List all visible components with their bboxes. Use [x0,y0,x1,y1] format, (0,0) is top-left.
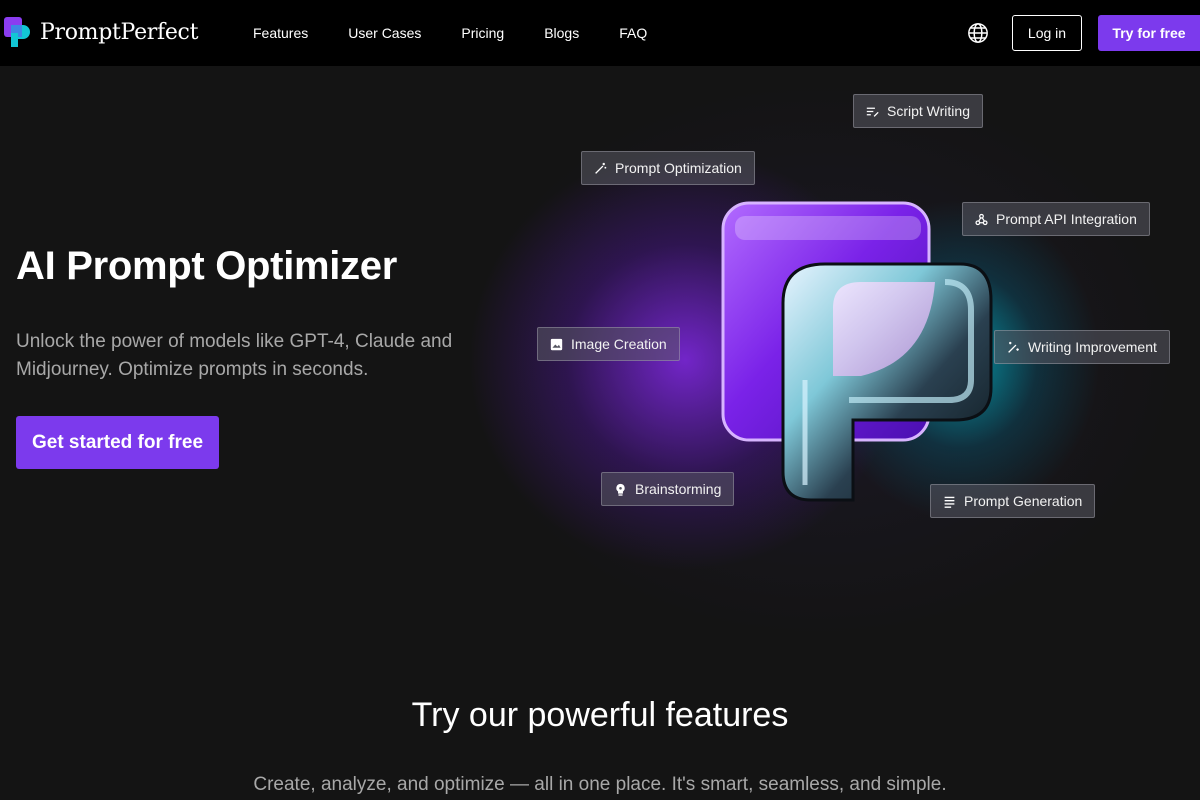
top-navigation-bar: PromptPerfect Features User Cases Pricin… [0,0,1200,66]
features-title: Try our powerful features [411,696,789,734]
chip-label: Prompt Optimization [615,160,742,176]
brand-logo[interactable]: PromptPerfect [4,17,198,47]
chip-brainstorming[interactable]: Brainstorming [601,472,735,506]
nav-faq[interactable]: FAQ [619,25,647,41]
lightbulb-icon [616,483,625,496]
image-icon [550,338,563,350]
text-edit-icon [866,107,879,117]
lines-icon [944,496,955,508]
nav-user-cases[interactable]: User Cases [348,25,421,41]
chip-label: Prompt API Integration [996,211,1137,227]
hero-title: AI Prompt Optimizer [16,244,397,288]
get-started-button[interactable]: Get started for free [16,416,219,469]
nav-pricing[interactable]: Pricing [461,25,504,41]
chip-prompt-api-integration[interactable]: Prompt API Integration [962,202,1150,236]
chip-prompt-generation[interactable]: Prompt Generation [930,484,1096,518]
chip-prompt-optimization[interactable]: Prompt Optimization [581,151,755,185]
chip-label: Writing Improvement [1028,339,1157,355]
chip-label: Script Writing [887,103,970,119]
globe-icon[interactable] [967,22,989,44]
chip-label: Prompt Generation [964,493,1083,509]
promptperfect-3d-logo-icon [721,201,993,502]
chip-label: Brainstorming [635,481,722,497]
promptperfect-logo-icon [4,17,30,47]
hero-subtitle: Unlock the power of models like GPT-4, C… [16,331,453,380]
chip-writing-improvement[interactable]: Writing Improvement [994,330,1170,364]
login-button[interactable]: Log in [1012,15,1082,51]
nav-features[interactable]: Features [253,25,308,41]
brand-name: PromptPerfect [40,19,199,45]
chip-image-creation[interactable]: Image Creation [537,327,680,361]
sparkle-edit-icon [1008,341,1019,353]
chip-script-writing[interactable]: Script Writing [853,94,983,128]
features-subtitle: Create, analyze, and optimize — all in o… [253,774,947,795]
try-for-free-button[interactable]: Try for free [1098,15,1200,51]
main-nav: Features User Cases Pricing Blogs FAQ [253,0,647,66]
api-icon [975,213,988,225]
nav-blogs[interactable]: Blogs [544,25,579,41]
chip-label: Image Creation [571,336,667,352]
magic-wand-icon [595,162,607,174]
